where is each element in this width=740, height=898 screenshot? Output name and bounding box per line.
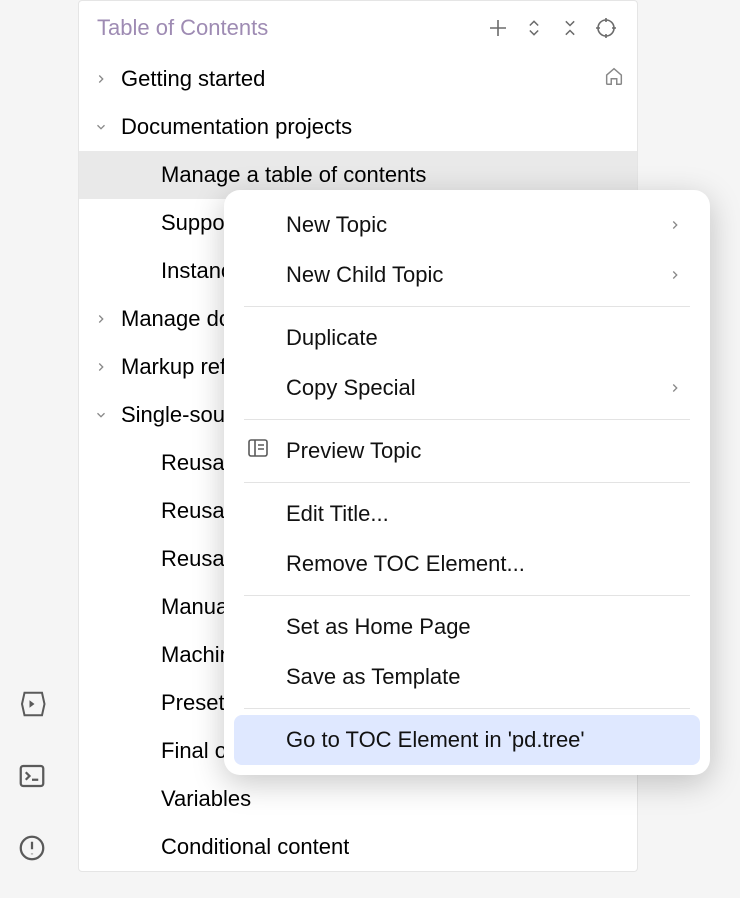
menu-item-label: Go to TOC Element in 'pd.tree': [286, 727, 585, 753]
chevron-down-icon[interactable]: [91, 405, 111, 425]
tree-item-label: Variables: [161, 786, 251, 812]
chevron-placeholder: [131, 453, 151, 473]
menu-item[interactable]: Save as Template: [234, 652, 700, 702]
toc-header: Table of Contents: [79, 1, 637, 55]
chevron-right-icon[interactable]: [91, 357, 111, 377]
menu-item[interactable]: Edit Title...: [234, 489, 700, 539]
menu-item-label: Edit Title...: [286, 501, 389, 527]
preview-icon: [246, 436, 270, 466]
menu-item[interactable]: Set as Home Page: [234, 602, 700, 652]
chevron-placeholder: [131, 645, 151, 665]
menu-item-label: Duplicate: [286, 325, 378, 351]
chevron-right-icon[interactable]: [91, 309, 111, 329]
menu-item[interactable]: Duplicate: [234, 313, 700, 363]
chevron-placeholder: [131, 549, 151, 569]
menu-item[interactable]: Preview Topic: [234, 426, 700, 476]
menu-item-label: Save as Template: [286, 664, 460, 690]
add-icon[interactable]: [485, 15, 511, 41]
chevron-down-icon[interactable]: [91, 117, 111, 137]
menu-item-label: Remove TOC Element...: [286, 551, 525, 577]
target-icon[interactable]: [593, 15, 619, 41]
tree-item-label: Documentation projects: [121, 114, 352, 140]
tree-item[interactable]: Documentation projects: [79, 103, 637, 151]
chevron-right-icon: [668, 375, 682, 401]
menu-item[interactable]: New Child Topic: [234, 250, 700, 300]
services-icon[interactable]: [14, 686, 50, 722]
chevron-placeholder: [131, 597, 151, 617]
chevron-placeholder: [131, 693, 151, 713]
menu-separator: [244, 306, 690, 307]
menu-item[interactable]: Go to TOC Element in 'pd.tree': [234, 715, 700, 765]
menu-item[interactable]: Remove TOC Element...: [234, 539, 700, 589]
terminal-icon[interactable]: [14, 758, 50, 794]
home-icon: [603, 65, 625, 93]
menu-item-label: Preview Topic: [286, 438, 421, 464]
tree-item-label: Getting started: [121, 66, 265, 92]
menu-separator: [244, 482, 690, 483]
tree-item-label: Conditional content: [161, 834, 349, 860]
problems-icon[interactable]: [14, 830, 50, 866]
menu-item-label: Set as Home Page: [286, 614, 471, 640]
tree-item[interactable]: Getting started: [79, 55, 637, 103]
menu-item-label: New Topic: [286, 212, 387, 238]
chevron-right-icon[interactable]: [91, 69, 111, 89]
menu-separator: [244, 419, 690, 420]
menu-item[interactable]: Copy Special: [234, 363, 700, 413]
tree-item-label: Manage a table of contents: [161, 162, 426, 188]
chevron-right-icon: [668, 262, 682, 288]
context-menu: New Topic New Child Topic Duplicate Copy Sp…: [224, 190, 710, 775]
collapse-all-icon[interactable]: [557, 15, 583, 41]
chevron-placeholder: [131, 837, 151, 857]
chevron-right-icon: [668, 212, 682, 238]
chevron-placeholder: [131, 789, 151, 809]
chevron-placeholder: [131, 213, 151, 233]
panel-title: Table of Contents: [97, 15, 475, 41]
menu-item-label: New Child Topic: [286, 262, 443, 288]
chevron-placeholder: [131, 261, 151, 281]
menu-item-label: Copy Special: [286, 375, 416, 401]
expand-collapse-icon[interactable]: [521, 15, 547, 41]
tree-item[interactable]: Variables: [79, 775, 637, 823]
tree-item[interactable]: Conditional content: [79, 823, 637, 871]
chevron-placeholder: [131, 741, 151, 761]
menu-separator: [244, 595, 690, 596]
menu-separator: [244, 708, 690, 709]
menu-item[interactable]: New Topic: [234, 200, 700, 250]
chevron-placeholder: [131, 501, 151, 521]
chevron-placeholder: [131, 165, 151, 185]
